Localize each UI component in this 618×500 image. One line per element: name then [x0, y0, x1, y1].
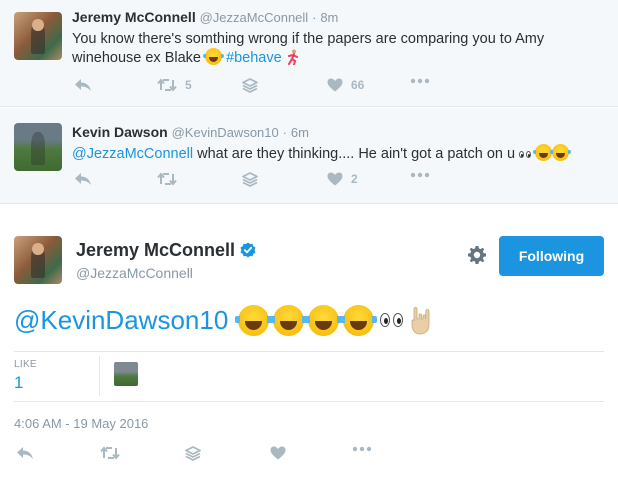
- avatar-face: [32, 18, 44, 32]
- tweet-header: Kevin Dawson @KevinDawson10 · 6m: [72, 124, 309, 140]
- tweet-text-body: what are they thinking.... He ain't got …: [193, 146, 520, 162]
- tweet-actions: 5 66: [0, 78, 618, 98]
- avatar-figure: [30, 131, 46, 166]
- retweet-icon: [157, 78, 177, 92]
- tweet-timestamp[interactable]: 4:06 AM - 19 May 2016: [14, 416, 148, 431]
- more-button[interactable]: [410, 172, 430, 178]
- separator-dot: ·: [312, 10, 317, 25]
- retweet-count: 5: [185, 78, 192, 92]
- main-user-name-text[interactable]: Jeremy McConnell: [76, 240, 235, 260]
- reply-button[interactable]: [16, 446, 34, 460]
- reply-button[interactable]: [74, 172, 92, 186]
- user-handle[interactable]: @JezzaMcConnell: [200, 10, 309, 25]
- stat-separator: [99, 356, 100, 396]
- main-user-name[interactable]: Jeremy McConnell: [76, 240, 256, 263]
- reply-icon: [75, 79, 91, 91]
- separator-dot: ·: [282, 125, 287, 140]
- tweet-jeremy-reply[interactable]: Jeremy McConnell @JezzaMcConnell · 8m Yo…: [0, 0, 618, 107]
- eyes-emoji: [519, 151, 532, 158]
- horns-hand-emoji: [409, 305, 433, 335]
- tweet-header: Jeremy McConnell @JezzaMcConnell · 8m: [72, 9, 338, 25]
- like-stat-count[interactable]: 1: [14, 373, 23, 393]
- hashtag-link[interactable]: #behave: [226, 50, 282, 66]
- like-count: 66: [351, 78, 365, 92]
- retweet-button[interactable]: 5: [157, 78, 192, 92]
- more-icon: [410, 172, 430, 178]
- heart-icon: [270, 446, 286, 460]
- main-tweet-text: @KevinDawson10: [14, 303, 433, 337]
- stack-icon: [242, 172, 258, 187]
- divider-bottom: [14, 401, 604, 402]
- user-handle[interactable]: @KevinDawson10: [172, 125, 279, 140]
- tweet-text: @JezzaMcConnell what are they thinking..…: [72, 144, 592, 163]
- stack-button[interactable]: [242, 172, 258, 187]
- retweet-button[interactable]: [157, 172, 185, 186]
- tweet-time[interactable]: 8m: [320, 10, 338, 25]
- more-button[interactable]: [410, 78, 430, 84]
- reply-icon: [75, 173, 91, 185]
- tweet-text-body: You know there's somthing wrong if the p…: [72, 31, 545, 66]
- reply-icon: [17, 447, 33, 459]
- avatar-jeremy[interactable]: [14, 12, 62, 60]
- avatar-face: [32, 242, 44, 256]
- main-user-handle[interactable]: @JezzaMcConnell: [76, 265, 193, 281]
- verified-icon: [240, 242, 256, 263]
- joy-emoji: [305, 304, 343, 336]
- mention-link[interactable]: @JezzaMcConnell: [72, 146, 193, 162]
- reply-button[interactable]: [74, 78, 92, 92]
- mention-link[interactable]: @KevinDawson10: [14, 303, 228, 337]
- stack-button[interactable]: [185, 446, 201, 461]
- joy-emoji: [340, 304, 378, 336]
- retweet-button[interactable]: [100, 446, 120, 460]
- stack-button[interactable]: [242, 78, 258, 93]
- stack-icon: [242, 78, 258, 93]
- more-icon: [410, 78, 430, 84]
- settings-button[interactable]: [467, 245, 487, 270]
- more-button[interactable]: [352, 446, 372, 452]
- tweet-time[interactable]: 6m: [291, 125, 309, 140]
- avatar-jeremy-large[interactable]: [14, 236, 62, 284]
- eyes-emoji: [380, 313, 404, 327]
- like-button[interactable]: 2: [327, 172, 358, 186]
- like-button[interactable]: [270, 446, 286, 460]
- user-name[interactable]: Kevin Dawson: [72, 124, 168, 140]
- like-count: 2: [351, 172, 358, 186]
- tweet-kevin-reply[interactable]: Kevin Dawson @KevinDawson10 · 6m @JezzaM…: [0, 108, 618, 204]
- retweet-icon: [100, 446, 120, 460]
- avatar-kevin[interactable]: [14, 123, 62, 171]
- joy-emoji: [203, 48, 224, 65]
- stack-icon: [185, 446, 201, 461]
- main-tweet: Jeremy McConnell @JezzaMcConnell Followi…: [0, 205, 618, 500]
- like-stat-label: LIKE: [14, 359, 37, 370]
- more-icon: [352, 446, 372, 452]
- tweet-text: You know there's somthing wrong if the p…: [72, 30, 592, 70]
- retweet-icon: [157, 172, 177, 186]
- user-name[interactable]: Jeremy McConnell: [72, 9, 196, 25]
- gear-icon: [468, 246, 486, 264]
- liker-avatar[interactable]: [114, 362, 138, 386]
- runner-emoji: [286, 49, 300, 70]
- joy-emoji: [270, 304, 308, 336]
- joy-emoji: [235, 304, 273, 336]
- joy-emoji: [550, 144, 572, 161]
- tweet-actions: 2: [0, 172, 618, 192]
- divider-top: [14, 351, 604, 352]
- main-tweet-actions: [0, 446, 618, 466]
- following-button[interactable]: Following: [499, 236, 604, 276]
- like-button[interactable]: 66: [327, 78, 364, 92]
- heart-icon: [327, 78, 343, 92]
- heart-icon: [327, 172, 343, 186]
